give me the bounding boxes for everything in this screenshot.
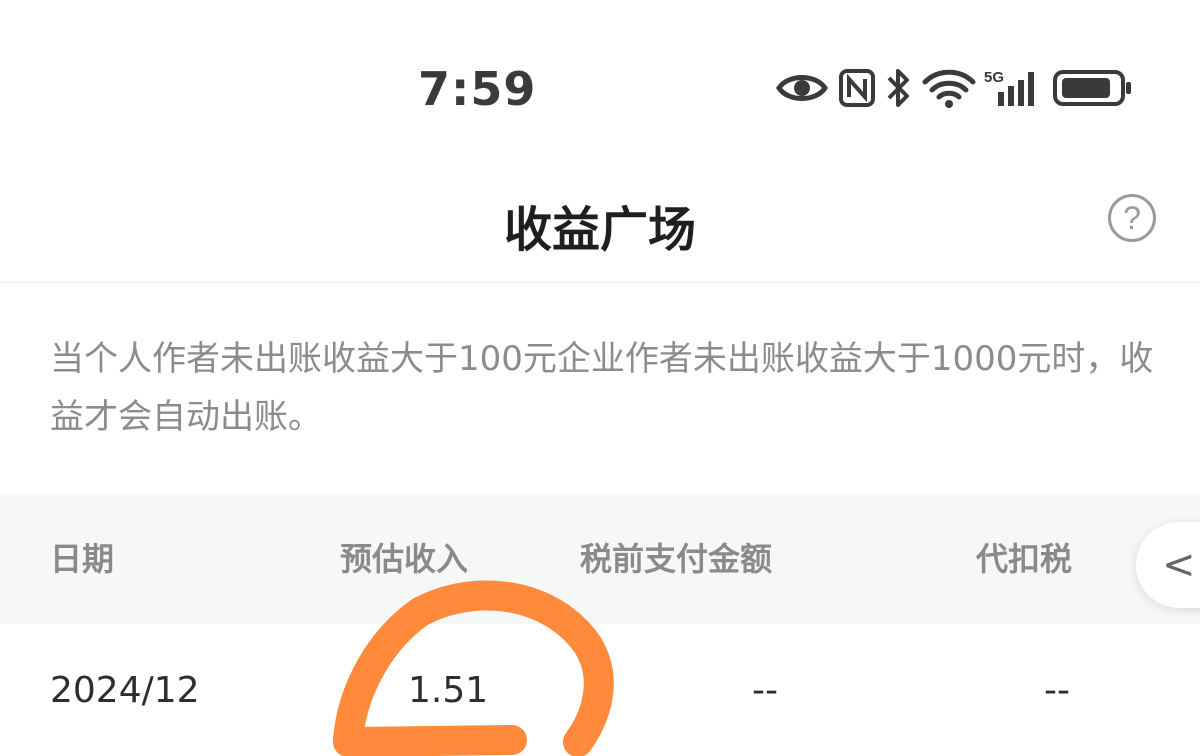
cell-pretax-payment: -- (752, 670, 778, 711)
wifi-icon (922, 69, 976, 108)
5g-signal-icon: 5G (984, 69, 1034, 106)
eye-icon (776, 75, 828, 101)
column-header-pretax-payment: 税前支付金额 (580, 540, 773, 578)
column-header-date: 日期 (50, 540, 115, 578)
table-row[interactable]: 2024/12 1.51 -- -- (0, 624, 1200, 756)
table-header: 日期 预估收入 税前支付金额 代扣税 (0, 494, 1200, 624)
page-title: 收益广场 (503, 202, 696, 258)
cell-date: 2024/12 (50, 670, 200, 711)
column-header-estimated-income: 预估收入 (340, 540, 469, 578)
cell-estimated-income: 1.51 (408, 670, 489, 711)
cell-withheld-tax: -- (1044, 670, 1070, 711)
title-bar: 收益广场 ? (0, 170, 1200, 283)
status-bar: 7:59 5G (0, 0, 1200, 170)
status-time: 7:59 (418, 62, 537, 116)
nfc-icon (839, 69, 875, 107)
help-button[interactable]: ? (1108, 194, 1156, 242)
column-header-withheld-tax: 代扣税 (976, 540, 1073, 578)
chevron-left-icon: < (1162, 542, 1196, 588)
payout-notice: 当个人作者未出账收益大于100元企业作者未出账收益大于1000元时，收益才会自动… (50, 339, 1154, 437)
network-label: 5G (984, 69, 1004, 86)
bluetooth-icon (887, 69, 909, 107)
battery-icon (1053, 70, 1131, 106)
